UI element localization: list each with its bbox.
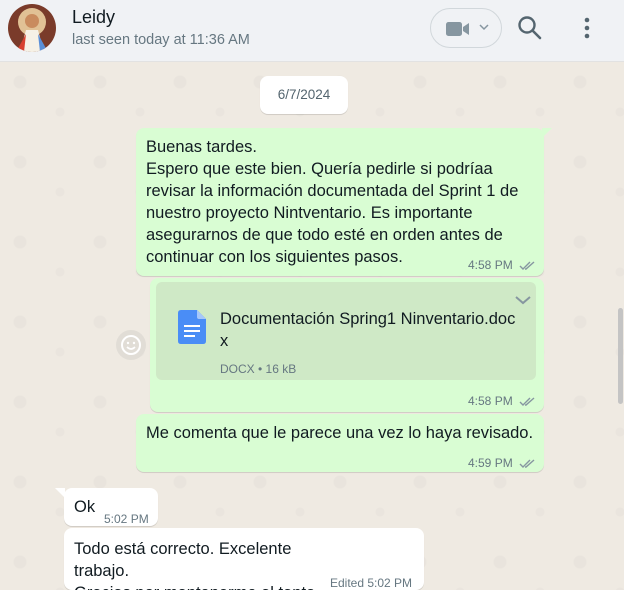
video-call-button[interactable] <box>430 8 502 48</box>
message-bubble-incoming[interactable]: Todo está correcto. Excelente trabajo. G… <box>64 528 424 590</box>
scrollbar[interactable] <box>618 308 623 404</box>
search-icon <box>518 16 542 40</box>
message-text: Ok <box>74 498 96 516</box>
date-separator: 6/7/2024 <box>260 76 348 114</box>
contact-avatar[interactable] <box>8 4 56 52</box>
message-time-edited: Edited 5:02 PM <box>330 576 413 590</box>
double-check-icon <box>519 459 535 469</box>
message-meta: 4:59 PM <box>468 452 537 474</box>
double-check-icon <box>519 397 535 407</box>
message-text: Me comenta que le parece una vez lo haya… <box>146 424 534 442</box>
search-button[interactable] <box>516 14 544 42</box>
react-button[interactable] <box>116 330 146 360</box>
chat-header: Leidy last seen today at 11:36 AM <box>0 0 624 62</box>
video-camera-icon <box>446 22 469 36</box>
bubble-tail <box>55 488 65 498</box>
document-card[interactable]: Documentación Spring1 Ninventario.docx D… <box>156 282 536 380</box>
chat-panel: 6/7/2024 Buenas tardes. Espero que este … <box>0 62 624 590</box>
double-check-icon <box>519 261 535 271</box>
document-info: DOCX • 16 kB <box>220 362 297 376</box>
chevron-down-icon <box>479 24 489 31</box>
contact-name[interactable]: Leidy <box>72 7 115 28</box>
message-meta: 4:58 PM <box>468 254 537 276</box>
message-time: 5:02 PM <box>104 512 149 526</box>
message-time: 4:59 PM <box>468 456 513 470</box>
kebab-menu-icon <box>584 17 590 39</box>
message-bubble-outgoing[interactable]: Buenas tardes. Espero que este bien. Que… <box>136 128 552 276</box>
message-meta: 4:58 PM <box>468 390 537 412</box>
message-text: Buenas tardes. Espero que este bien. Que… <box>146 138 519 266</box>
message-bubble-incoming[interactable]: Ok 5:02 PM <box>55 488 158 526</box>
message-time: 4:58 PM <box>468 394 513 408</box>
message-text: Todo está correcto. Excelente trabajo. G… <box>74 540 320 590</box>
menu-button[interactable] <box>576 14 598 42</box>
emoji-smiley-icon <box>121 335 141 355</box>
bubble-tail <box>542 128 552 138</box>
message-time: 4:58 PM <box>468 258 513 272</box>
last-seen-status: last seen today at 11:36 AM <box>72 32 250 48</box>
document-file-icon <box>178 310 206 344</box>
document-message-bubble[interactable]: Documentación Spring1 Ninventario.docx D… <box>150 278 544 412</box>
profile-picture-icon <box>8 4 56 52</box>
message-bubble-outgoing[interactable]: Me comenta que le parece una vez lo haya… <box>136 414 544 472</box>
document-name: Documentación Spring1 Ninventario.docx <box>220 310 516 350</box>
chevron-down-icon[interactable] <box>514 294 532 306</box>
